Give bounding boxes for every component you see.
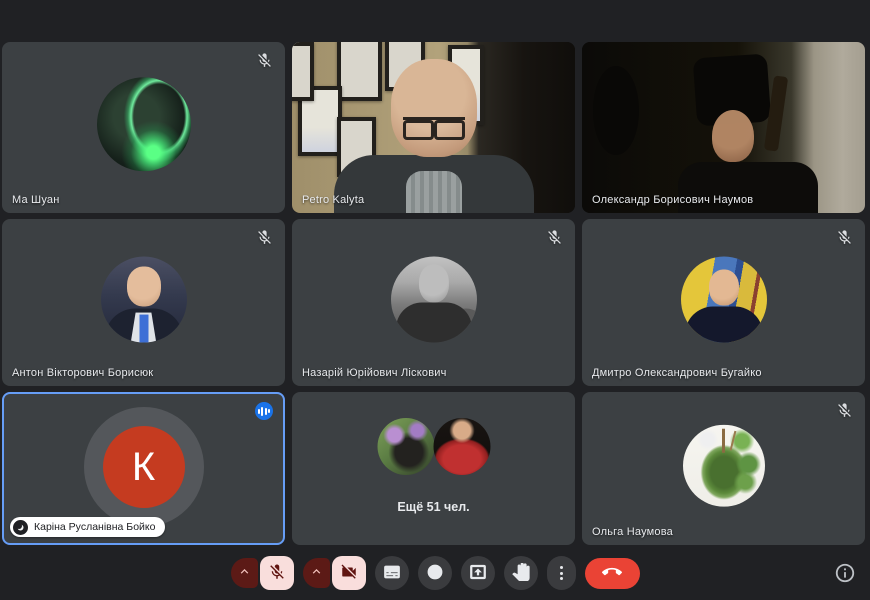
audio-level-icon: [255, 402, 273, 420]
participant-tile[interactable]: Назарій Юрійович Ліскович: [292, 219, 575, 386]
mic-off-icon: [546, 229, 563, 246]
avatar: [683, 424, 765, 506]
smiley-face-icon: [426, 563, 444, 584]
active-speaker-name-pill: Каріна Русланівна Бойко: [10, 517, 165, 537]
avatar: [433, 418, 490, 475]
avatar: [391, 256, 477, 342]
chevron-up-icon: [309, 564, 324, 582]
more-options-button[interactable]: [547, 556, 576, 590]
participant-tile[interactable]: Дмитро Олександрович Бугайко: [582, 219, 865, 386]
wall-frame: [337, 42, 382, 101]
mic-off-icon: [836, 402, 853, 419]
participant-name: Petro Kalyta: [302, 194, 364, 206]
overflow-tile[interactable]: Ещё 51 чел.: [292, 392, 575, 545]
participant-tile[interactable]: Petro Kalyta: [292, 42, 575, 213]
participant-name: Антон Вікторович Борисюк: [12, 367, 153, 379]
mic-off-icon: [256, 229, 273, 246]
meeting-info-button[interactable]: [834, 562, 856, 584]
call-controls-toolbar: [0, 553, 870, 593]
video-feed: [582, 42, 865, 213]
participant-name: Ма Шуан: [12, 194, 60, 206]
overflow-count-label: Ещё 51 чел.: [292, 500, 575, 514]
avatar-letter: К: [132, 447, 155, 487]
reactions-button[interactable]: [418, 556, 452, 590]
wall-frame: [292, 42, 314, 101]
avatar: [97, 77, 191, 171]
info-icon: [834, 572, 856, 587]
participant-name: Олександр Борисович Наумов: [592, 194, 753, 206]
avatar: [681, 256, 767, 342]
meeting-window: Ма Шуан Petro Kalyta: [0, 0, 870, 600]
participant-name: Дмитро Олександрович Бугайко: [592, 367, 762, 379]
person-head: [712, 110, 754, 162]
participant-name: Назарій Юрійович Ліскович: [302, 367, 447, 379]
camera-options-button[interactable]: [303, 558, 330, 588]
leave-call-button[interactable]: [585, 558, 640, 589]
avatar: [377, 418, 434, 475]
mic-off-icon: [256, 52, 273, 69]
participant-grid: Ма Шуан Petro Kalyta: [2, 42, 865, 545]
person-sweater: [406, 171, 462, 213]
mic-options-button[interactable]: [231, 558, 258, 588]
mic-control-group: [231, 556, 294, 590]
present-screen-button[interactable]: [461, 556, 495, 590]
participant-name: Ольга Наумова: [592, 526, 673, 538]
videocam-off-icon: [340, 563, 358, 584]
participant-tile-active-speaker[interactable]: К Каріна Русланівна Бойко: [2, 392, 285, 545]
raise-hand-button[interactable]: [504, 556, 538, 590]
camera-toggle-button[interactable]: [332, 556, 366, 590]
participant-tile[interactable]: Ольга Наумова: [582, 392, 865, 545]
camera-control-group: [303, 556, 366, 590]
chevron-up-icon: [237, 564, 252, 582]
mic-off-icon: [836, 229, 853, 246]
avatar-initial: К: [103, 426, 185, 508]
background-shape: [593, 66, 638, 155]
avatar: [101, 256, 187, 342]
participant-tile[interactable]: Олександр Борисович Наумов: [582, 42, 865, 213]
video-feed: [292, 42, 575, 213]
call-end-icon: [602, 562, 622, 585]
closed-captions-icon: [383, 563, 401, 584]
three-dots-vertical-icon: [560, 566, 563, 580]
overflow-avatars: [377, 418, 490, 475]
person-head: [391, 59, 477, 157]
participant-tile[interactable]: Антон Вікторович Борисюк: [2, 219, 285, 386]
present-screen-icon: [469, 563, 487, 584]
captions-button[interactable]: [375, 556, 409, 590]
participant-name: Каріна Русланівна Бойко: [34, 521, 155, 533]
person-glasses: [403, 117, 465, 136]
mic-off-icon: [268, 563, 286, 584]
participant-tile[interactable]: Ма Шуан: [2, 42, 285, 213]
mini-avatar-icon: [13, 520, 28, 535]
mic-toggle-button[interactable]: [260, 556, 294, 590]
raised-hand-icon: [512, 563, 530, 584]
